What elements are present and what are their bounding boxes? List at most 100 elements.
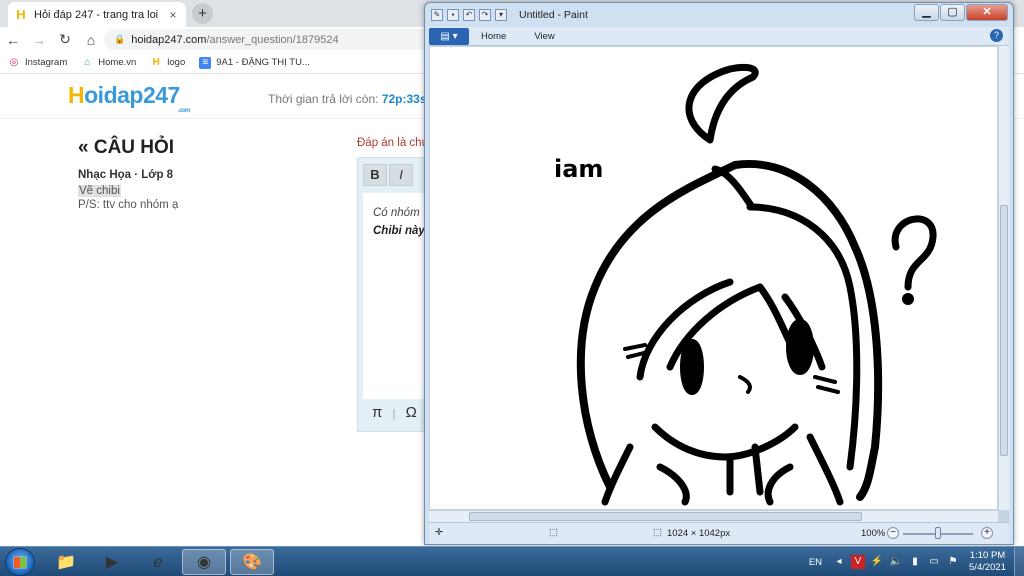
minimize-button[interactable]: ▁ xyxy=(914,4,939,21)
start-button[interactable] xyxy=(5,548,35,576)
clock-date: 5/4/2021 xyxy=(969,562,1006,573)
paint-app-icon[interactable]: ✎ xyxy=(431,9,443,21)
paint-taskbar-icon[interactable]: 🎨 xyxy=(230,549,274,575)
horizontal-scroll-thumb[interactable] xyxy=(469,512,862,521)
maximize-button[interactable]: ▢ xyxy=(940,4,965,21)
vertical-scroll-thumb[interactable] xyxy=(1000,205,1008,456)
drawing-text: iam xyxy=(554,155,603,183)
bookmark-label: Instagram xyxy=(25,57,68,68)
hoidap-favicon-icon: H xyxy=(16,6,26,22)
drawing-canvas[interactable]: iam xyxy=(430,47,997,509)
window-buttons: ▁ ▢ ✕ xyxy=(913,4,1008,21)
zoom-slider-knob[interactable] xyxy=(935,527,941,539)
paint-statusbar: ✛ ⬚ ⬚ 1024 × 1042px 100% − + xyxy=(429,522,1009,544)
clock[interactable]: 1:10 PM 5/4/2021 xyxy=(969,550,1006,574)
paint-menu-button[interactable]: ▤ ▾ xyxy=(429,27,469,45)
address-bar[interactable]: 🔒 hoidap247.com /answer_question/1879524 xyxy=(104,29,434,50)
editor-text-area[interactable]: Có nhóm Chibi này xyxy=(363,193,428,399)
logo-com: .com xyxy=(178,108,191,114)
question-body: Vẽ chibi xyxy=(78,185,121,197)
hoidap-logo-icon: H xyxy=(152,56,160,68)
image-dimensions: 1024 × 1042px xyxy=(667,528,731,539)
editor-line: Chibi này xyxy=(373,225,425,237)
battery-icon[interactable]: ▭ xyxy=(927,555,941,569)
timer-value: 72p:33s xyxy=(381,92,427,106)
undo-icon[interactable]: ↶ xyxy=(463,9,475,21)
redo-icon[interactable]: ↷ xyxy=(479,9,491,21)
right-eye xyxy=(786,319,814,375)
vertical-scrollbar[interactable] xyxy=(998,46,1009,510)
internet-explorer-icon[interactable]: ℯ xyxy=(136,549,180,575)
collar-stroke xyxy=(651,423,799,461)
bookmark-label: Home.vn xyxy=(98,57,137,68)
forward-arrow-icon[interactable]: → xyxy=(26,32,52,48)
omega-button[interactable]: Ω xyxy=(406,404,417,421)
language-indicator[interactable]: EN xyxy=(809,557,822,568)
close-button[interactable]: ✕ xyxy=(966,4,1008,21)
show-desktop-button[interactable] xyxy=(1014,547,1024,576)
bold-button[interactable]: B xyxy=(363,164,387,186)
image-size-icon: ⬚ xyxy=(653,527,662,538)
instagram-icon: ◎ xyxy=(9,56,19,68)
tab-close-icon[interactable]: × xyxy=(166,8,180,22)
site-logo[interactable]: Hoidap247 .com xyxy=(68,82,191,114)
bookmark-logo[interactable]: H logo xyxy=(150,56,186,69)
save-icon[interactable]: ▪ xyxy=(447,9,459,21)
home-icon: ⌂ xyxy=(84,56,91,68)
bookmark-label: 9A1 - ĐẶNG THỊ TU... xyxy=(216,57,310,68)
nose-stroke xyxy=(738,375,752,394)
help-icon[interactable]: ? xyxy=(990,29,1003,42)
system-tray: EN ◂ V ⚡ 🔈 ▮ ▭ ⚑ 1:10 PM 5/4/2021 xyxy=(809,547,1024,576)
question-mark-dot xyxy=(902,293,914,305)
paint-title: Untitled - Paint xyxy=(519,9,588,21)
paint-titlebar[interactable]: ✎ ▪ ↶ ↷ ▾ Untitled - Paint ▁ ▢ ✕ xyxy=(425,3,1013,27)
tab-view[interactable]: View xyxy=(534,31,554,42)
hands-stroke xyxy=(656,463,794,506)
new-tab-button[interactable]: + xyxy=(192,3,213,24)
zoom-in-button[interactable]: + xyxy=(981,527,993,539)
pi-button[interactable]: π xyxy=(372,404,382,421)
quick-access-dropdown-icon[interactable]: ▾ xyxy=(495,9,507,21)
hair-curl-stroke xyxy=(685,63,759,144)
browser-tab[interactable]: H Hỏi đáp 247 - trang tra loi × xyxy=(8,2,186,27)
horizontal-scrollbar[interactable] xyxy=(429,510,998,522)
question-heading[interactable]: « CÂU HỎI xyxy=(78,137,328,159)
taskbar: 📁 ▶ ℯ ◉ 🎨 EN ◂ V ⚡ 🔈 ▮ ▭ ⚑ 1:10 PM 5/4/2… xyxy=(0,546,1024,576)
blush-stroke xyxy=(813,375,840,394)
question-mark-stroke xyxy=(891,215,937,291)
reload-icon[interactable]: ↻ xyxy=(52,31,78,48)
signal-icon[interactable]: ▮ xyxy=(908,555,922,569)
tray-arrow-icon[interactable]: ◂ xyxy=(832,555,846,569)
question-meta: Nhạc Họa · Lớp 8 xyxy=(78,169,174,181)
bookmark-9a1[interactable]: ≡ 9A1 - ĐẶNG THỊ TU... xyxy=(199,56,310,69)
head-outline-stroke xyxy=(576,160,883,501)
url-path: /answer_question/1879524 xyxy=(206,33,339,46)
tab-title: Hỏi đáp 247 - trang tra loi xyxy=(34,8,159,21)
home-icon[interactable]: ⌂ xyxy=(78,32,104,48)
bookmark-instagram[interactable]: ◎ Instagram xyxy=(8,56,68,69)
answer-timer: Thời gian trả lời còn: 72p:33s xyxy=(268,92,427,106)
network-status-icon[interactable]: ⚡ xyxy=(870,555,884,569)
tab-home[interactable]: Home xyxy=(481,31,506,42)
explorer-icon[interactable]: 📁 xyxy=(44,549,88,575)
lock-icon: 🔒 xyxy=(114,34,126,44)
speaker-icon[interactable]: 🔈 xyxy=(889,555,903,569)
zoom-out-button[interactable]: − xyxy=(887,527,899,539)
bookmark-home-vn[interactable]: ⌂ Home.vn xyxy=(81,57,136,69)
zoom-level: 100% xyxy=(861,528,886,539)
media-player-icon[interactable]: ▶ xyxy=(90,549,134,575)
back-arrow-icon[interactable]: ← xyxy=(0,32,26,48)
editor-line: Có nhóm xyxy=(373,207,420,219)
desktop: H Hỏi đáp 247 - trang tra loi × + ← → ↻ … xyxy=(0,0,1024,576)
left-eye xyxy=(680,339,704,395)
antivirus-icon[interactable]: V xyxy=(851,555,866,569)
editor-footer: π | Ω xyxy=(372,404,417,421)
canvas-area: iam xyxy=(429,46,1009,522)
chrome-taskbar-icon[interactable]: ◉ xyxy=(182,549,226,575)
bookmark-label: logo xyxy=(167,57,186,68)
url-host: hoidap247.com xyxy=(131,33,207,46)
flag-icon[interactable]: ⚑ xyxy=(946,555,960,569)
selection-size-icon: ⬚ xyxy=(549,527,558,538)
italic-button[interactable]: I xyxy=(389,164,413,186)
hair-top-stroke xyxy=(711,165,756,211)
